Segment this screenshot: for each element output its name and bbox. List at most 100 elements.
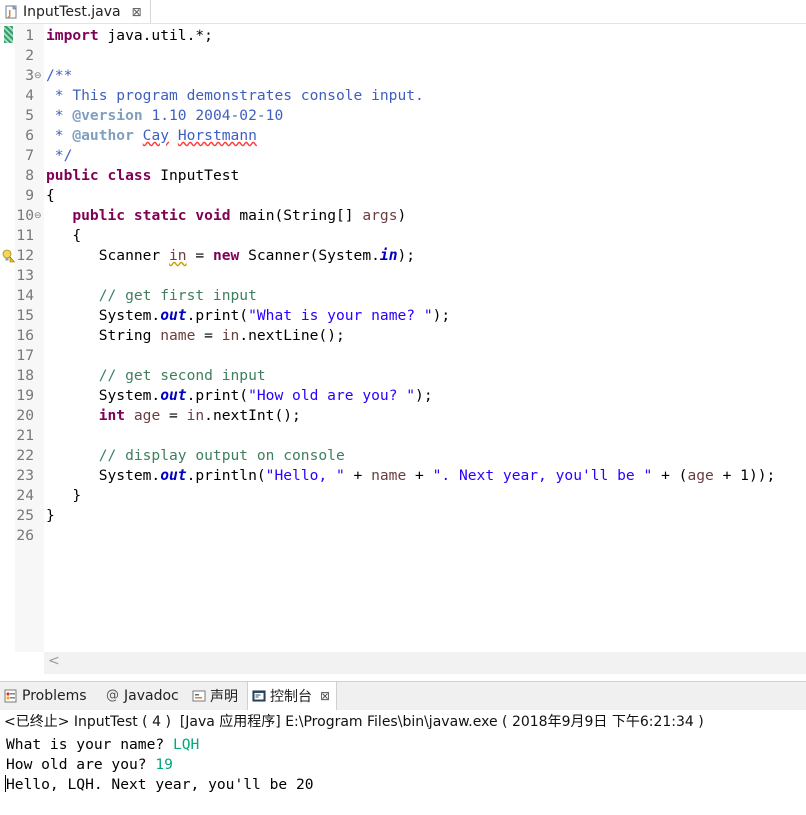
- close-tab-icon[interactable]: ⊠: [132, 5, 142, 19]
- console-line: What is your name? LQH: [6, 735, 199, 755]
- code-line[interactable]: import java.util.*;: [46, 26, 213, 46]
- line-number: 20: [16, 407, 34, 424]
- code-token: System.: [46, 467, 161, 484]
- code-line[interactable]: /**: [46, 66, 72, 86]
- code-token: in: [379, 247, 398, 264]
- code-line[interactable]: // display output on console: [46, 446, 345, 466]
- code-line[interactable]: // get first input: [46, 286, 257, 306]
- code-line[interactable]: System.out.println("Hello, " + name + ".…: [46, 466, 776, 486]
- code-token: /**: [46, 67, 73, 84]
- code-token: out: [160, 467, 187, 484]
- code-line[interactable]: public static void main(String[] args): [46, 206, 406, 226]
- line-number: 11: [16, 227, 34, 244]
- code-line[interactable]: System.out.print("What is your name? ");: [46, 306, 451, 326]
- code-token: Cay: [142, 127, 170, 144]
- tab-problems[interactable]: Problems: [4, 682, 87, 710]
- code-token: // display output on console: [46, 447, 345, 464]
- code-token: Scanner(System.: [239, 247, 380, 264]
- overview-ruler: [0, 24, 15, 652]
- code-token: Scanner: [46, 247, 170, 264]
- code-line[interactable]: Scanner in = new Scanner(System.in);: [46, 246, 415, 266]
- line-number: 14: [16, 287, 34, 304]
- editor-tab-inputtest[interactable]: J InputTest.java ⊠: [0, 0, 151, 23]
- code-token: .nextInt();: [204, 407, 301, 424]
- java-file-icon: J: [4, 4, 18, 19]
- fold-collapse-icon[interactable]: ⊖: [34, 206, 43, 226]
- code-token: );: [432, 307, 451, 324]
- code-token: new: [212, 247, 240, 264]
- code-token: in: [186, 407, 205, 424]
- line-number: 5: [25, 107, 34, 124]
- scroll-left-icon[interactable]: <: [48, 653, 60, 669]
- line-number: 2: [25, 47, 34, 64]
- code-line[interactable]: public class InputTest: [46, 166, 239, 186]
- code-line[interactable]: * @version 1.10 2004-02-10: [46, 106, 283, 126]
- tab-javadoc-label: Javadoc: [124, 688, 179, 704]
- code-token: void: [195, 207, 231, 224]
- code-line[interactable]: * @author Cay Horstmann: [46, 126, 257, 146]
- code-token: *: [46, 127, 73, 144]
- code-line[interactable]: // get second input: [46, 366, 266, 386]
- code-token: "Hello, ": [265, 467, 345, 484]
- fold-collapse-icon[interactable]: ⊖: [34, 66, 43, 86]
- line-number: 12: [16, 247, 34, 264]
- tab-console-label: 控制台: [270, 689, 312, 705]
- code-token: InputTest: [151, 167, 240, 184]
- horizontal-scrollbar[interactable]: [44, 652, 806, 674]
- code-token: in: [221, 327, 240, 344]
- console-output[interactable]: What is your name? LQH How old are you? 1…: [0, 734, 806, 815]
- code-token: .print(: [186, 307, 249, 324]
- bookmark-marker-icon: [4, 26, 13, 43]
- console-output-text: What is your name?: [6, 736, 173, 753]
- code-line[interactable]: int age = in.nextInt();: [46, 406, 301, 426]
- code-line[interactable]: String name = in.nextLine();: [46, 326, 345, 346]
- code-token: main(String[]: [230, 207, 363, 224]
- tab-console[interactable]: 控制台 ⊠: [247, 682, 338, 710]
- code-token: .println(: [186, 467, 266, 484]
- tab-declaration[interactable]: 声明: [192, 682, 238, 710]
- code-token: =: [186, 247, 213, 264]
- line-number: 24: [16, 487, 34, 504]
- line-number: 21: [16, 427, 34, 444]
- line-number: 6: [25, 127, 34, 144]
- code-token: 1.10 2004-02-10: [142, 107, 284, 124]
- editor-tab-bar: J InputTest.java ⊠: [0, 0, 806, 24]
- code-token: + (: [652, 467, 688, 484]
- code-token: =: [160, 407, 187, 424]
- line-number: 16: [16, 327, 34, 344]
- code-token: @author: [72, 127, 134, 144]
- code-token: // get second input: [46, 367, 266, 384]
- code-token: static: [133, 207, 187, 224]
- code-line[interactable]: }: [46, 486, 81, 506]
- warning-lightbulb-icon[interactable]: [2, 248, 16, 263]
- code-editor[interactable]: 1 import java.util.*; 2 3 ⊖/** 4 * This progr…: [0, 24, 806, 674]
- code-token: =: [195, 327, 222, 344]
- views-tab-bar: Problems @ Javadoc 声明 控制台 ⊠: [0, 681, 806, 711]
- console-process-header: <已终止> InputTest ( 4 ) [Java 应用程序] E:\Pro…: [0, 710, 806, 735]
- javadoc-at-icon: @: [106, 688, 119, 703]
- line-number: 25: [16, 507, 34, 524]
- tab-javadoc[interactable]: @ Javadoc: [106, 682, 179, 710]
- console-line: How old are you? 19: [6, 755, 173, 775]
- code-line[interactable]: }: [46, 506, 55, 526]
- line-number: 22: [16, 447, 34, 464]
- code-token: @version: [72, 107, 143, 124]
- code-token: class: [107, 167, 152, 184]
- code-line[interactable]: */: [46, 146, 73, 166]
- code-line[interactable]: System.out.print("How old are you? ");: [46, 386, 433, 406]
- code-token: out: [160, 307, 187, 324]
- code-token: public: [72, 207, 126, 224]
- console-user-input: LQH: [172, 736, 200, 753]
- code-line[interactable]: * This program demonstrates console inpu…: [46, 86, 424, 106]
- line-number: 23: [16, 467, 34, 484]
- console-line: Hello, LQH. Next year, you'll be 20: [6, 775, 314, 795]
- code-token: );: [397, 247, 416, 264]
- line-number: 15: [16, 307, 34, 324]
- text-caret: [5, 775, 6, 792]
- code-token: in: [169, 247, 187, 264]
- code-line[interactable]: {: [46, 226, 81, 246]
- code-token: age: [687, 467, 714, 484]
- close-console-icon[interactable]: ⊠: [320, 689, 330, 703]
- code-line[interactable]: {: [46, 186, 55, 206]
